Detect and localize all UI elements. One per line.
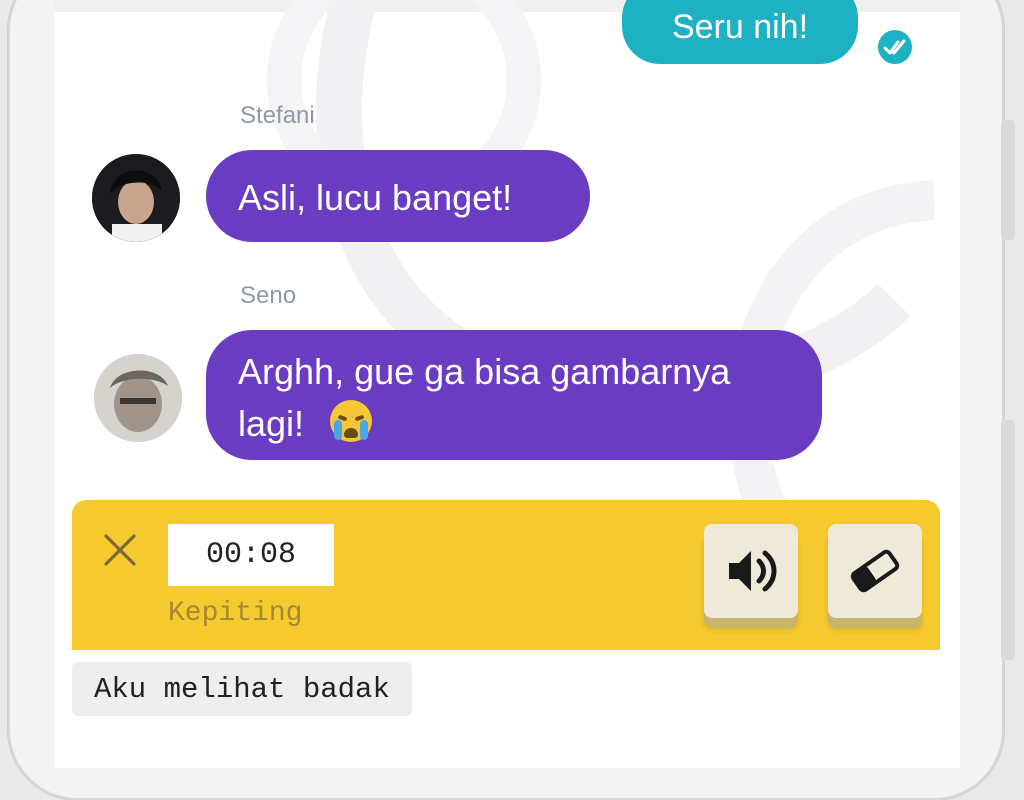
avatar-stefani[interactable] bbox=[92, 154, 180, 242]
message-text-seno-line1: Arghh, gue ga bisa gambarnya bbox=[238, 351, 731, 392]
avatar-stefani-image bbox=[92, 154, 180, 242]
speaker-button[interactable] bbox=[704, 524, 798, 618]
avatar-seno-image bbox=[94, 354, 182, 442]
chat-screen: Seru nih! Stefani Asli, lucu banget! Sen… bbox=[54, 0, 960, 768]
speaker-icon bbox=[729, 550, 777, 592]
message-text-seno-line2: lagi! bbox=[238, 403, 305, 444]
double-check-icon bbox=[878, 30, 912, 64]
outgoing-message[interactable]: Seru nih! bbox=[622, 0, 858, 64]
incoming-message-seno[interactable]: Arghh, gue ga bisa gambarnya lagi! bbox=[206, 330, 822, 460]
composer-text[interactable]: Aku melihat badak bbox=[72, 662, 412, 716]
recording-timer: 00:08 bbox=[168, 524, 334, 586]
eraser-button[interactable] bbox=[828, 524, 922, 618]
eraser-icon bbox=[850, 549, 900, 593]
avatar-seno[interactable] bbox=[94, 354, 182, 442]
sender-name-seno: Seno bbox=[240, 282, 297, 309]
message-text-stefani: Asli, lucu banget! bbox=[238, 177, 513, 218]
outgoing-message-text: Seru nih! bbox=[671, 7, 809, 46]
volume-button bbox=[1001, 120, 1015, 240]
message-composer[interactable]: Aku melihat badak bbox=[72, 650, 940, 768]
incoming-message-stefani[interactable]: Asli, lucu banget! bbox=[206, 150, 590, 242]
voice-recorder-bar: 00:08 Kepiting bbox=[72, 500, 940, 650]
power-button bbox=[1001, 420, 1015, 660]
recording-label: Kepiting bbox=[168, 598, 303, 629]
crying-face-emoji bbox=[330, 400, 373, 442]
sender-name-stefani: Stefani bbox=[240, 102, 315, 129]
close-icon[interactable] bbox=[100, 530, 140, 570]
